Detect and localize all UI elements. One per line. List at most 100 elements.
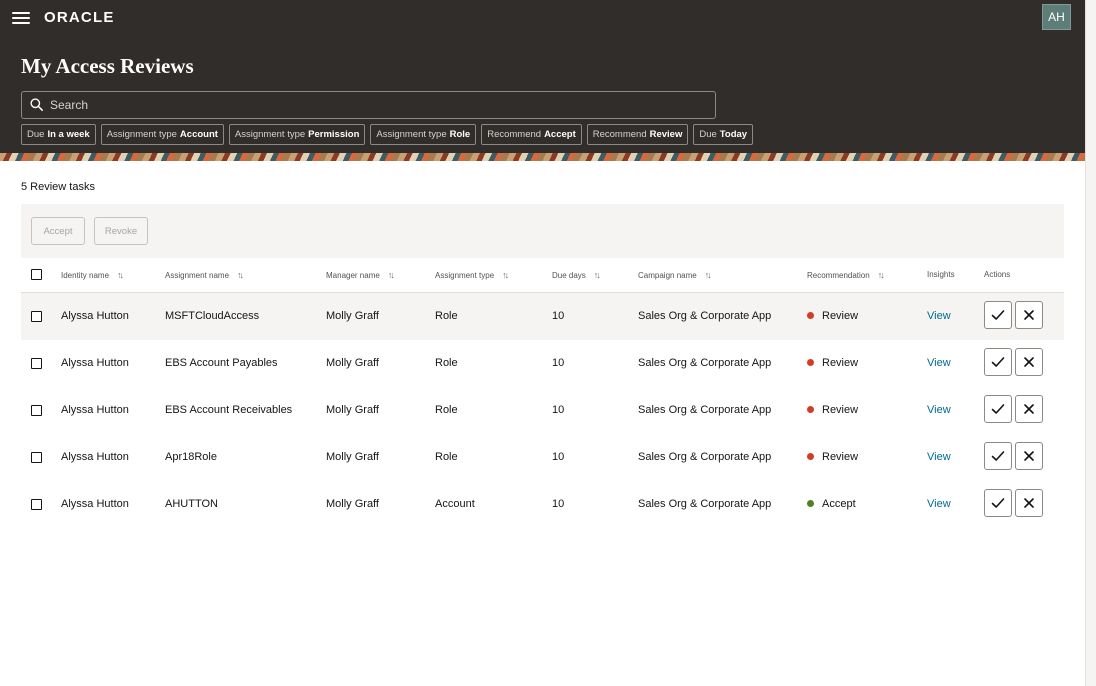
bulk-action-toolbar: Accept Revoke <box>21 204 1064 258</box>
close-icon <box>1024 498 1034 508</box>
sort-icon[interactable]: ↑↓ <box>237 270 244 280</box>
manager-name-cell: Molly Graff <box>326 498 379 510</box>
filter-chip-recommend-accept[interactable]: Recommend Accept <box>481 124 582 145</box>
row-revoke-button[interactable] <box>1015 348 1043 376</box>
column-label: Identity name <box>61 270 110 280</box>
insights-view-link[interactable]: View <box>927 404 951 416</box>
filter-chip-due-today[interactable]: Due Today <box>693 124 754 145</box>
filter-chips: Due In a week Assignment type Account As… <box>21 124 754 145</box>
sort-icon[interactable]: ↑↓ <box>705 270 712 280</box>
column-label: Recommendation <box>807 270 870 280</box>
checkmark-icon <box>991 404 1005 414</box>
due-days-cell: 10 <box>552 404 565 416</box>
accept-button[interactable]: Accept <box>31 217 85 245</box>
row-accept-button[interactable] <box>984 301 1012 329</box>
column-header-due-days[interactable]: Due days ↑↓ <box>552 270 601 280</box>
manager-name-cell: Molly Graff <box>326 310 379 322</box>
row-select-checkbox[interactable] <box>31 311 42 322</box>
row-revoke-button[interactable] <box>1015 395 1043 423</box>
column-header-recommendation[interactable]: Recommendation ↑↓ <box>807 270 885 280</box>
checkmark-icon <box>991 310 1005 320</box>
assignment-name-cell: MSFTCloudAccess <box>165 310 260 322</box>
recommendation-label: Review <box>822 357 859 369</box>
row-accept-button[interactable] <box>984 489 1012 517</box>
chip-prefix: Due <box>27 129 45 140</box>
row-accept-button[interactable] <box>984 442 1012 470</box>
identity-name-cell: Alyssa Hutton <box>61 451 129 463</box>
scrollbar[interactable] <box>1085 0 1096 686</box>
sort-icon[interactable]: ↑↓ <box>388 270 395 280</box>
row-revoke-button[interactable] <box>1015 489 1043 517</box>
chip-value: Accept <box>544 129 576 140</box>
sort-icon[interactable]: ↑↓ <box>117 270 124 280</box>
campaign-name-cell: Sales Org & Corporate App <box>638 357 772 369</box>
sort-icon[interactable]: ↑↓ <box>878 270 885 280</box>
chip-prefix: Recommend <box>592 129 647 140</box>
app-header: ORACLE AH My Access Reviews Due In a wee… <box>0 0 1085 153</box>
filter-chip-type-permission[interactable]: Assignment type Permission <box>228 124 366 145</box>
campaign-name-cell: Sales Org & Corporate App <box>638 404 772 416</box>
assignment-type-cell: Role <box>435 310 458 322</box>
column-label: Assignment type <box>435 270 495 280</box>
row-select-checkbox[interactable] <box>31 358 42 369</box>
column-header-campaign-name[interactable]: Campaign name ↑↓ <box>638 270 712 280</box>
table-row[interactable]: Alyssa Hutton MSFTCloudAccess Molly Graff R… <box>21 293 1064 340</box>
assignment-type-cell: Role <box>435 404 458 416</box>
search-icon <box>30 98 43 111</box>
identity-name-cell: Alyssa Hutton <box>61 404 129 416</box>
row-revoke-button[interactable] <box>1015 442 1043 470</box>
page-title: My Access Reviews <box>21 54 194 78</box>
user-avatar[interactable]: AH <box>1042 4 1071 30</box>
manager-name-cell: Molly Graff <box>326 451 379 463</box>
campaign-name-cell: Sales Org & Corporate App <box>638 310 772 322</box>
identity-name-cell: Alyssa Hutton <box>61 498 129 510</box>
search-input[interactable] <box>50 92 710 118</box>
chip-value: Account <box>179 129 218 140</box>
table-row[interactable]: Alyssa Hutton EBS Account Receivables Moll… <box>21 387 1064 434</box>
sort-icon[interactable]: ↑↓ <box>502 270 509 280</box>
campaign-name-cell: Sales Org & Corporate App <box>638 498 772 510</box>
filter-chip-due-week[interactable]: Due In a week <box>21 124 96 145</box>
insights-view-link[interactable]: View <box>927 310 951 322</box>
column-label: Insights <box>927 270 955 279</box>
row-select-checkbox[interactable] <box>31 405 42 416</box>
insights-view-link[interactable]: View <box>927 451 951 463</box>
chip-value: Today <box>719 129 748 140</box>
row-accept-button[interactable] <box>984 348 1012 376</box>
row-accept-button[interactable] <box>984 395 1012 423</box>
filter-chip-recommend-review[interactable]: Recommend Review <box>586 124 689 145</box>
chip-prefix: Due <box>699 129 717 140</box>
table-row[interactable]: Alyssa Hutton Apr18Role Molly Graff Role 10 S… <box>21 434 1064 481</box>
assignment-type-cell: Role <box>435 357 458 369</box>
row-revoke-button[interactable] <box>1015 301 1043 329</box>
checkmark-icon <box>991 498 1005 508</box>
insights-view-link[interactable]: View <box>927 357 951 369</box>
search-box[interactable] <box>21 91 716 119</box>
filter-chip-type-account[interactable]: Assignment type Account <box>100 124 224 145</box>
column-label: Campaign name <box>638 270 697 280</box>
page: ORACLE AH My Access Reviews Due In a wee… <box>0 0 1085 686</box>
due-days-cell: 10 <box>552 357 565 369</box>
chip-prefix: Assignment type <box>376 129 447 140</box>
filter-chip-type-role[interactable]: Assignment type Role <box>370 124 477 145</box>
recommendation-cell: Review <box>807 451 858 463</box>
hamburger-menu-icon[interactable] <box>12 9 30 27</box>
column-header-identity-name[interactable]: Identity name ↑↓ <box>61 270 124 280</box>
recommendation-label: Review <box>822 310 859 322</box>
recommendation-status-dot-icon <box>807 500 814 507</box>
row-select-checkbox[interactable] <box>31 499 42 510</box>
chip-value: Permission <box>308 129 360 140</box>
insights-view-link[interactable]: View <box>927 498 951 510</box>
column-header-assignment-type[interactable]: Assignment type ↑↓ <box>435 270 509 280</box>
table-row[interactable]: Alyssa Hutton AHUTTON Molly Graff Account 10… <box>21 481 1064 528</box>
revoke-button[interactable]: Revoke <box>94 217 148 245</box>
due-days-cell: 10 <box>552 310 565 322</box>
column-header-manager-name[interactable]: Manager name ↑↓ <box>326 270 395 280</box>
chip-value: In a week <box>47 129 90 140</box>
row-select-checkbox[interactable] <box>31 452 42 463</box>
column-header-assignment-name[interactable]: Assignment name ↑↓ <box>165 270 244 280</box>
sort-icon[interactable]: ↑↓ <box>594 270 601 280</box>
assignment-name-cell: AHUTTON <box>165 498 218 510</box>
select-all-checkbox[interactable] <box>31 269 42 280</box>
table-row[interactable]: Alyssa Hutton EBS Account Payables Molly G… <box>21 340 1064 387</box>
